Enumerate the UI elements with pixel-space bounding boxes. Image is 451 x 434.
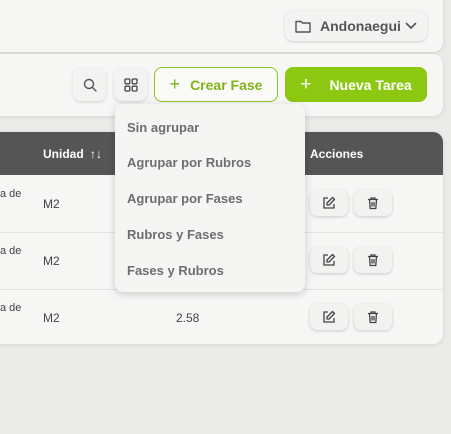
- unit-cell: M2: [43, 197, 60, 211]
- crear-fase-button[interactable]: + Crear Fase: [154, 67, 278, 102]
- search-icon: [83, 78, 97, 92]
- group-by-button[interactable]: [114, 68, 147, 101]
- project-name: Andonaegui: [320, 18, 401, 34]
- plus-icon: +: [169, 74, 181, 94]
- column-header-unidad[interactable]: Unidad ↑↓: [43, 147, 102, 161]
- folder-icon: [295, 19, 311, 33]
- plus-icon: +: [300, 73, 312, 95]
- trash-icon: [368, 197, 378, 210]
- unit-cell: M2: [43, 311, 60, 325]
- trash-icon: [368, 254, 378, 267]
- crear-fase-label: Crear Fase: [190, 76, 263, 93]
- delete-button[interactable]: [354, 247, 392, 273]
- menu-item-agrupar-fases[interactable]: Agrupar por Fases: [127, 191, 243, 206]
- table-row: a de M2 2.58: [0, 289, 443, 344]
- trash-icon: [368, 311, 378, 324]
- group-by-menu: Sin agrupar Agrupar por Rubros Agrupar p…: [115, 104, 305, 292]
- value-cell: 2.58: [176, 311, 200, 325]
- chevron-down-icon: [405, 22, 417, 30]
- edit-icon: [323, 310, 336, 323]
- nueva-tarea-label: Nueva Tarea: [329, 76, 412, 93]
- menu-item-sin-agrupar[interactable]: Sin agrupar: [127, 120, 199, 135]
- description-cell: a de: [0, 245, 22, 257]
- edit-icon: [323, 253, 336, 266]
- delete-button[interactable]: [354, 304, 392, 330]
- edit-button[interactable]: [310, 247, 348, 273]
- project-selector[interactable]: Andonaegui: [285, 11, 427, 41]
- search-button[interactable]: [73, 68, 106, 101]
- column-header-acciones: Acciones: [310, 147, 364, 161]
- sort-icon: ↑↓: [90, 147, 103, 161]
- edit-button[interactable]: [310, 190, 348, 216]
- description-cell: a de: [0, 302, 22, 314]
- menu-item-fases-y-rubros[interactable]: Fases y Rubros: [127, 263, 224, 278]
- edit-icon: [323, 196, 336, 209]
- grid-icon: [123, 77, 138, 92]
- delete-button[interactable]: [354, 190, 392, 216]
- menu-item-agrupar-rubros[interactable]: Agrupar por Rubros: [127, 155, 251, 170]
- nueva-tarea-button[interactable]: + Nueva Tarea: [285, 67, 427, 102]
- description-cell: a de: [0, 188, 22, 200]
- unit-cell: M2: [43, 254, 60, 268]
- menu-item-rubros-y-fases[interactable]: Rubros y Fases: [127, 227, 224, 242]
- edit-button[interactable]: [310, 304, 348, 330]
